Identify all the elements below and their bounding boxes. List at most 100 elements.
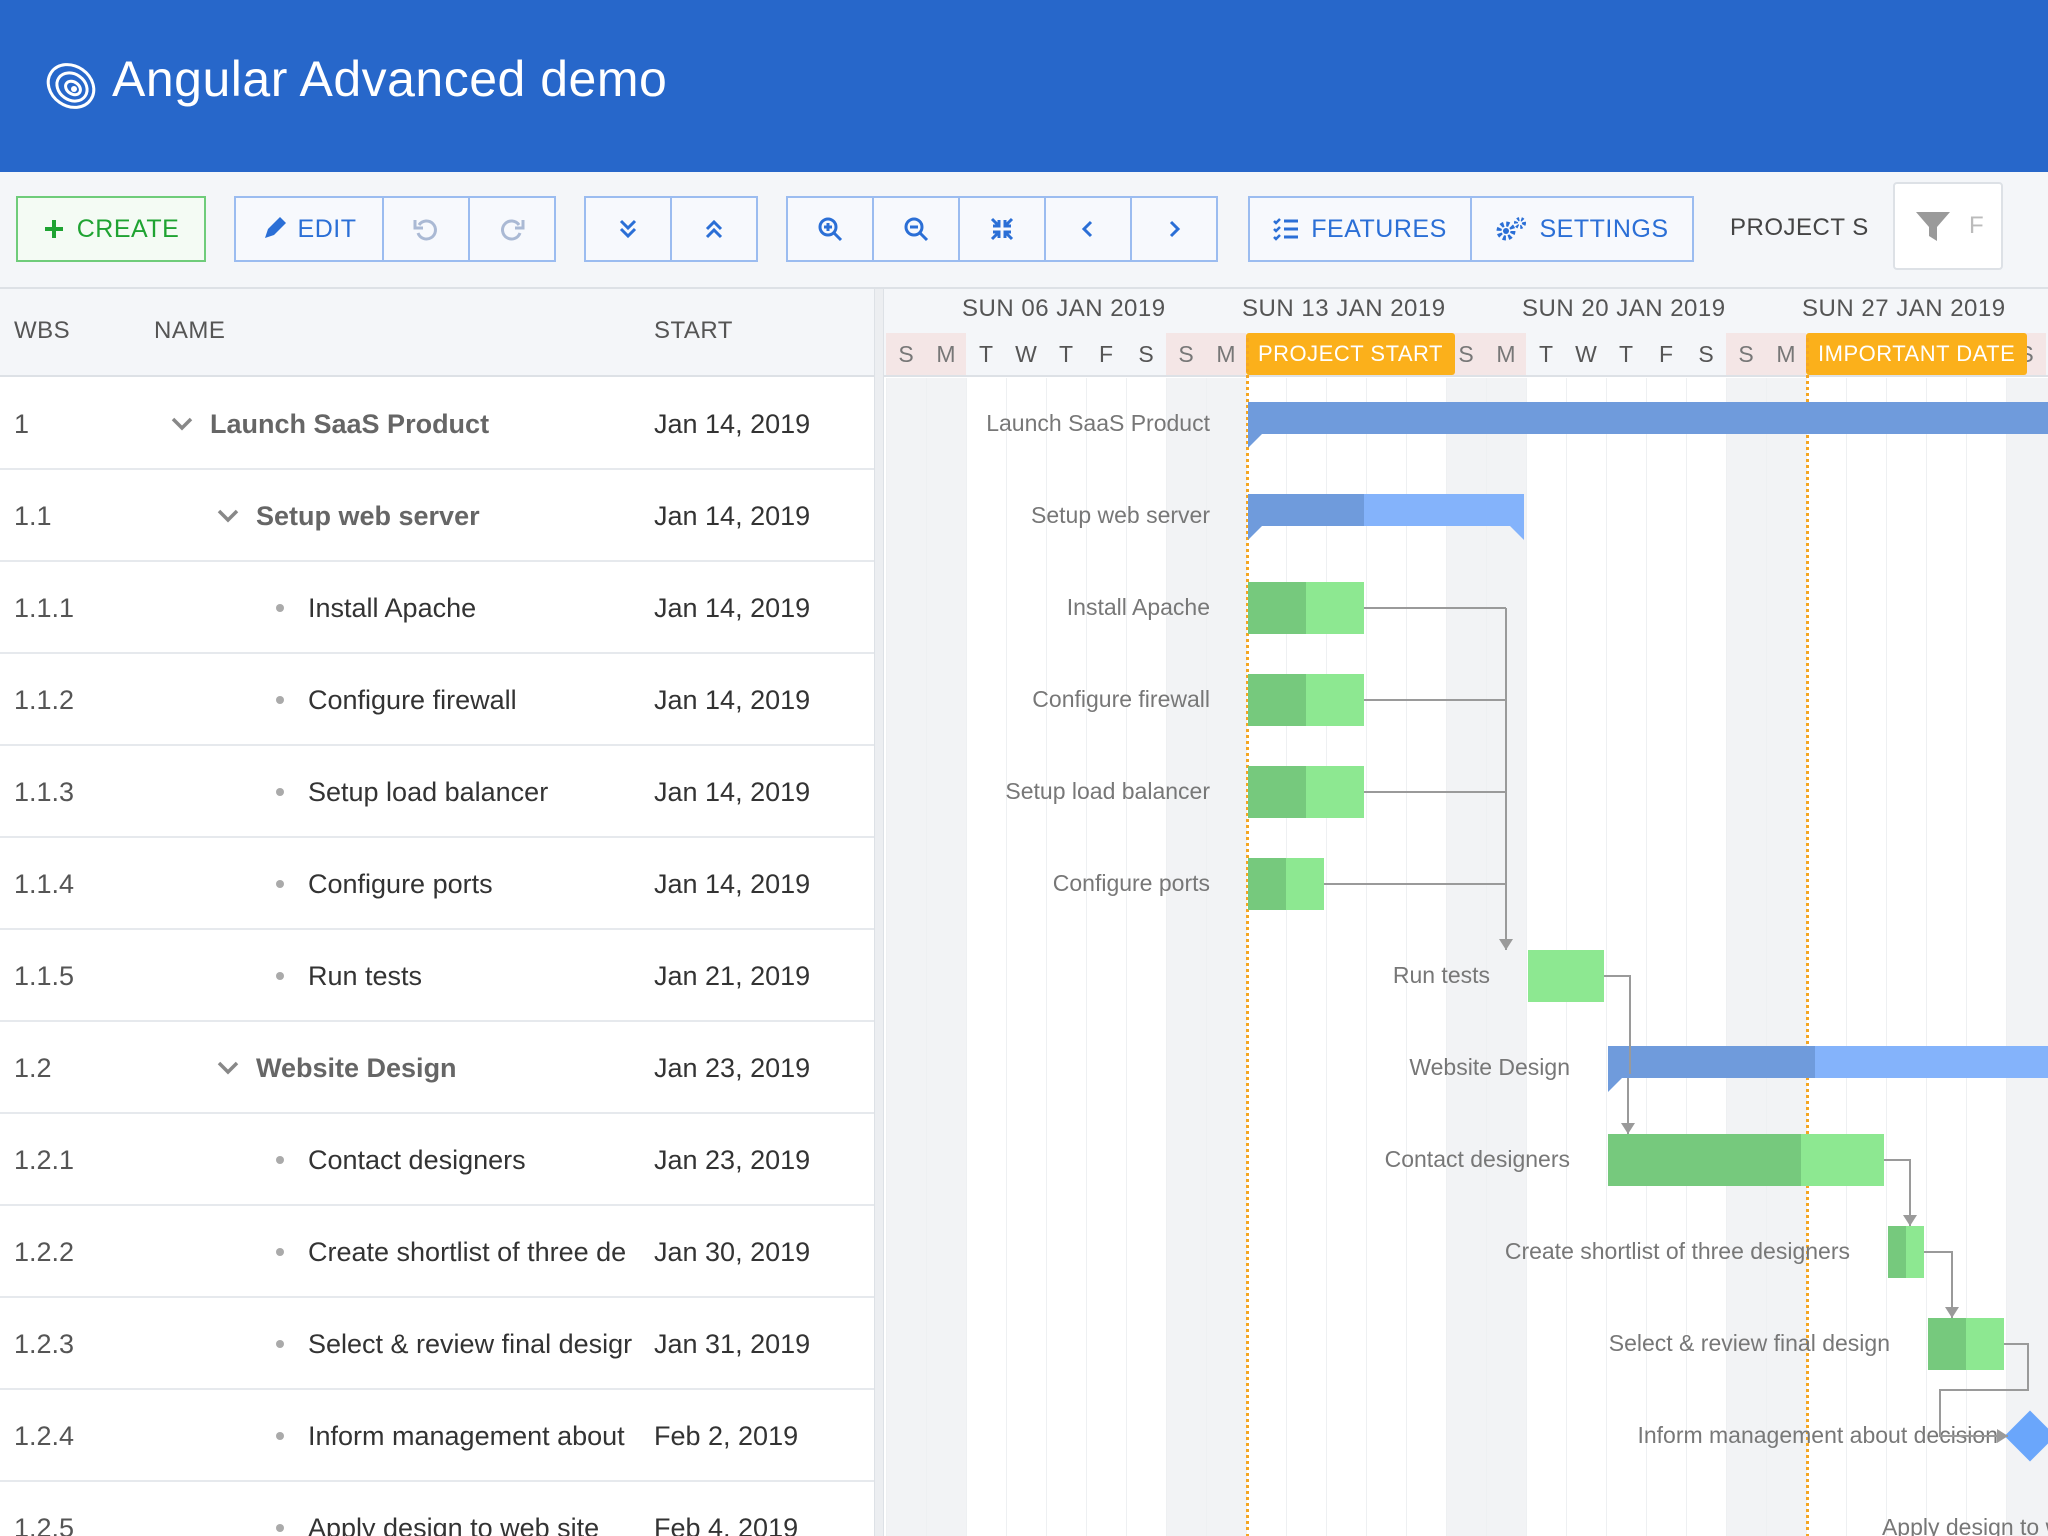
settings-button-label: SETTINGS bbox=[1539, 214, 1669, 243]
name-cell: Inform management about bbox=[308, 1421, 625, 1451]
name-cell: Website Design bbox=[256, 1053, 457, 1083]
wbs-cell: 1.2.5 bbox=[14, 1513, 75, 1536]
table-row[interactable]: 1.2.1 Contact designers Jan 23, 2019 bbox=[0, 1114, 874, 1206]
table-row[interactable]: 1.2.3 Select & review final desigr Jan 31,… bbox=[0, 1298, 874, 1390]
dependency-arrow bbox=[1945, 1307, 1959, 1318]
wbs-cell: 1.2.3 bbox=[14, 1329, 75, 1359]
name-cell: Run tests bbox=[308, 961, 423, 991]
filter-placeholder: F bbox=[1969, 212, 1984, 239]
name-cell: Configure firewall bbox=[308, 685, 517, 715]
table-row[interactable]: 1 Launch SaaS Product Jan 14, 2019 bbox=[0, 378, 874, 470]
leaf-bullet-icon bbox=[276, 880, 284, 888]
table-row[interactable]: 1.1.1 Install Apache Jan 14, 2019 bbox=[0, 562, 874, 654]
table-row[interactable]: 1.1.4 Configure ports Jan 14, 2019 bbox=[0, 838, 874, 930]
week-label: SUN 13 JAN 2019 bbox=[1242, 295, 1446, 322]
zoom-in-button[interactable] bbox=[786, 196, 874, 262]
wbs-cell: 1.1.2 bbox=[14, 685, 75, 715]
create-button[interactable]: CREATE bbox=[16, 196, 206, 262]
start-cell: Feb 2, 2019 bbox=[654, 1421, 799, 1451]
day-label: M bbox=[1486, 333, 1526, 375]
table-row[interactable]: 1.2.2 Create shortlist of three de Jan 30,… bbox=[0, 1206, 874, 1298]
name-cell: Create shortlist of three de bbox=[308, 1237, 627, 1267]
leaf-bullet-icon bbox=[276, 1248, 284, 1256]
dependency-link bbox=[1939, 1343, 2029, 1437]
name-cell: Contact designers bbox=[308, 1145, 526, 1175]
timeline: SUN 06 JAN 2019 SUN 13 JAN 2019 SUN 20 JAN… bbox=[884, 289, 2048, 1536]
leaf-bullet-icon bbox=[276, 788, 284, 796]
wbs-cell: 1.1.4 bbox=[14, 869, 75, 899]
start-cell: Jan 31, 2019 bbox=[654, 1329, 811, 1359]
grid-header: WBS NAME START bbox=[0, 289, 874, 377]
project-start-label: PROJECT ST bbox=[1730, 214, 1868, 241]
splitter[interactable] bbox=[874, 289, 884, 1536]
table-row[interactable]: 1.2 Website Design Jan 23, 2019 bbox=[0, 1022, 874, 1114]
wbs-cell: 1.2.4 bbox=[14, 1421, 75, 1451]
dependency-arrow bbox=[1903, 1215, 1917, 1226]
settings-button[interactable]: SETTINGS bbox=[1470, 196, 1694, 262]
day-label: S bbox=[1166, 333, 1206, 375]
week-label: SUN 20 JAN 2019 bbox=[1522, 295, 1726, 322]
dependency-links bbox=[1324, 607, 2029, 1443]
day-label: S bbox=[1698, 341, 1714, 367]
dependency-link bbox=[1604, 975, 1631, 1074]
start-cell: Jan 14, 2019 bbox=[654, 593, 811, 623]
table-row[interactable]: 1.1.3 Setup load balancer Jan 14, 2019 bbox=[0, 746, 874, 838]
zoom-out-icon bbox=[904, 217, 929, 242]
undo-button[interactable] bbox=[382, 196, 470, 262]
dependency-arrow bbox=[1997, 1429, 2008, 1443]
filter-field[interactable]: F bbox=[1893, 182, 2003, 270]
column-header-start[interactable]: START bbox=[654, 317, 733, 345]
wbs-cell: 1.2 bbox=[14, 1053, 52, 1083]
leaf-bullet-icon bbox=[276, 604, 284, 612]
features-button-label: FEATURES bbox=[1311, 214, 1447, 243]
undo-icon bbox=[413, 219, 437, 241]
start-cell: Jan 14, 2019 bbox=[654, 869, 811, 899]
table-row[interactable]: 1.2.4 Inform management about Feb 2, 2019 bbox=[0, 1390, 874, 1482]
timeline-header: SUN 06 JAN 2019 SUN 13 JAN 2019 SUN 20 JAN… bbox=[884, 289, 2048, 377]
day-label: S bbox=[1726, 333, 1766, 375]
day-label: F bbox=[1658, 341, 1674, 367]
zoom-to-fit-button[interactable] bbox=[958, 196, 1046, 262]
leaf-bullet-icon bbox=[276, 972, 284, 980]
leaf-bullet-icon bbox=[276, 1156, 284, 1164]
toolbar: CREATE EDIT FEATURES SETTINGS PROJECT ST bbox=[0, 172, 2048, 289]
day-label: W bbox=[1575, 341, 1597, 367]
leaf-bullet-icon bbox=[276, 1524, 284, 1532]
collapse-all-button[interactable] bbox=[670, 196, 758, 262]
chevron-down-icon[interactable] bbox=[170, 412, 194, 436]
name-cell: Configure ports bbox=[308, 869, 493, 899]
day-label: T bbox=[1058, 341, 1074, 367]
zoom-out-button[interactable] bbox=[872, 196, 960, 262]
previous-button[interactable] bbox=[1044, 196, 1132, 262]
table-row[interactable]: 1.1.5 Run tests Jan 21, 2019 bbox=[0, 930, 874, 1022]
day-label: M bbox=[1206, 333, 1246, 375]
table-row[interactable]: 1.1.2 Configure firewall Jan 14, 2019 bbox=[0, 654, 874, 746]
start-cell: Jan 23, 2019 bbox=[654, 1145, 811, 1175]
features-button[interactable]: FEATURES bbox=[1248, 196, 1472, 262]
chevron-down-icon[interactable] bbox=[216, 1056, 240, 1080]
wbs-cell: 1.1.1 bbox=[14, 593, 75, 623]
name-cell: Apply design to web site bbox=[308, 1513, 600, 1536]
chevron-down-icon[interactable] bbox=[216, 504, 240, 528]
table-row[interactable]: 1.1 Setup web server Jan 14, 2019 bbox=[0, 470, 874, 562]
name-cell: Install Apache bbox=[308, 593, 477, 623]
wbs-cell: 1.1.3 bbox=[14, 777, 75, 807]
column-header-name[interactable]: NAME bbox=[154, 317, 225, 345]
next-button[interactable] bbox=[1130, 196, 1218, 262]
double-chevron-up-icon bbox=[705, 219, 723, 239]
start-cell: Jan 23, 2019 bbox=[654, 1053, 811, 1083]
redo-button[interactable] bbox=[468, 196, 556, 262]
leaf-bullet-icon bbox=[276, 1432, 284, 1440]
table-row[interactable]: 1.2.5 Apply design to web site Feb 4, 2019 bbox=[0, 1482, 874, 1536]
edit-button[interactable]: EDIT bbox=[234, 196, 384, 262]
start-cell: Jan 14, 2019 bbox=[654, 409, 811, 439]
expand-all-button[interactable] bbox=[584, 196, 672, 262]
edit-button-label: EDIT bbox=[297, 214, 357, 243]
double-chevron-down-icon bbox=[619, 219, 637, 239]
plus-icon bbox=[44, 220, 63, 238]
wbs-cell: 1 bbox=[14, 409, 30, 439]
logo-icon bbox=[46, 63, 96, 109]
name-cell: Launch SaaS Product bbox=[210, 409, 490, 439]
day-label: S bbox=[886, 333, 926, 375]
column-header-wbs[interactable]: WBS bbox=[14, 317, 70, 345]
